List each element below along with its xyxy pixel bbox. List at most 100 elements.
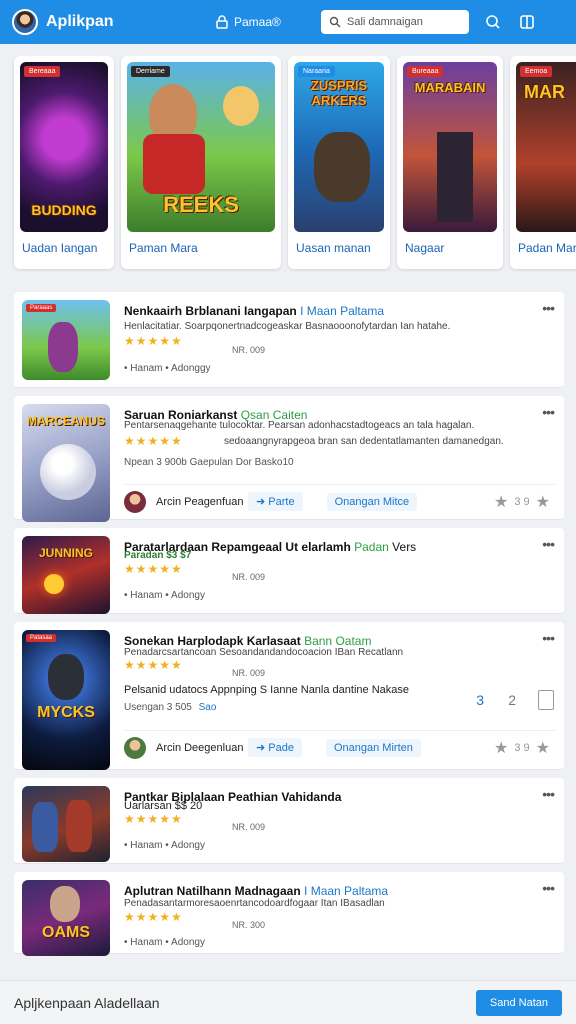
avatar[interactable] (12, 9, 38, 35)
item-title-accent[interactable]: Bann Oatam (304, 634, 371, 648)
card-title: Nagaar (405, 241, 445, 255)
more-options-icon[interactable]: ••• (542, 630, 555, 646)
card-tag: Derriame (131, 66, 170, 77)
tower-figure (437, 132, 473, 222)
item-title: Nenkaairh Brblanani Iangapan I Maan Palt… (124, 304, 384, 318)
item-meta: • Hanam • Adongy (124, 937, 205, 948)
app-title: Aplikpan (46, 13, 114, 30)
item-description: Penadasantarmoresaoenrtancodoardfogaar I… (124, 898, 385, 909)
item-title-text: Sonekan Harplodapk Karlasaat (124, 634, 301, 648)
app-thumbnail (22, 786, 110, 862)
lock-link[interactable]: Pamaa® (216, 15, 321, 29)
more-options-icon[interactable]: ••• (542, 880, 555, 896)
item-meta: • Hanam • Adongy (124, 590, 205, 601)
card-art-text: REEKS (163, 192, 239, 217)
star-icon[interactable]: ★ (494, 492, 508, 512)
rating-stars: ★★★★★ (124, 910, 183, 924)
rating-count: NR. 009 (232, 668, 266, 678)
item-title: Aplutran Natilhann Madnagaan I Maan Palt… (124, 884, 388, 898)
explosion-figure (44, 574, 64, 594)
bookmark-icon[interactable] (538, 690, 554, 710)
author-name[interactable]: Arcin Peagenfuan (156, 496, 248, 508)
star-icon[interactable]: ★ (536, 492, 550, 512)
rating-count: NR. 009 (232, 822, 266, 832)
character-figure (48, 654, 84, 700)
item-meta: • Hanam • Adonggy (124, 363, 211, 374)
author-avatar[interactable] (124, 736, 146, 759)
item-title-accent[interactable]: I Maan Paltama (304, 884, 388, 898)
card-tag: Bureaaa (407, 66, 444, 77)
card-art-text: MAR (524, 82, 565, 102)
share-link[interactable]: ➜ Parte (248, 492, 303, 511)
app-thumbnail: OAMS (22, 880, 110, 956)
character-figure (32, 802, 58, 852)
share-link-label: Parte (268, 496, 295, 508)
star-icon[interactable]: ★ (494, 738, 508, 758)
card-art-text: ZUSPRIS ARKERS (310, 78, 368, 108)
card-art: Eemoa MAR (516, 62, 576, 232)
featured-card[interactable]: Derriame REEKS Paman Mara (121, 56, 281, 269)
rating-stars: ★★★★★ (124, 562, 183, 576)
featured-card[interactable]: Eemoa MAR Padan Mar (510, 56, 576, 269)
card-art: Bereaaa BUDDING (20, 62, 108, 232)
featured-card[interactable]: Naraaria ZUSPRIS ARKERS Uasan manan (288, 56, 390, 269)
list-item[interactable]: Paraaas Nenkaairh Brblanani Iangapan I M… (14, 292, 564, 388)
secondary-link[interactable]: Onangan Mitce (326, 492, 418, 511)
top-app-bar: Aplikpan Pamaa® Sali damnaigan (0, 0, 576, 44)
more-options-icon[interactable]: ••• (542, 404, 555, 420)
author-avatar[interactable] (124, 490, 146, 513)
item-title-text: Nenkaairh Brblanani Iangapan (124, 304, 297, 318)
more-options-icon[interactable]: ••• (542, 300, 555, 316)
list-item[interactable]: Pantkar Biplalaan Peathian Vahidanda Uar… (14, 778, 564, 864)
rating-actions: ★ 3 9 ★ (488, 492, 556, 512)
item-description: Pentarsenaqgehante tulocoktar. Pearsan a… (124, 420, 475, 431)
thumb-art-text: MARCEANUS (27, 414, 105, 428)
thumb-art-text: JUNNING (38, 546, 93, 560)
character-body (143, 134, 205, 194)
item-title: Sonekan Harplodapk Karlasaat Bann Oatam (124, 634, 371, 648)
rating-stars: ★★★★★ (124, 812, 183, 826)
rating-stars: ★★★★★ (124, 658, 183, 672)
more-options-icon[interactable]: ••• (542, 786, 555, 802)
list-item[interactable]: JUNNING Paratarlardaan Repamgeaal Ut ela… (14, 528, 564, 614)
bottom-action-button[interactable]: Sand Natan (475, 989, 562, 1016)
rating-count: NR. 300 (232, 920, 266, 930)
list-item[interactable]: OAMS Aplutran Natilhann Madnagaan I Maan… (14, 872, 564, 956)
search-icon (329, 16, 341, 28)
app-thumbnail: JUNNING (22, 536, 110, 614)
page-number-2[interactable]: 2 (508, 692, 516, 708)
lock-icon (216, 15, 228, 29)
card-art: Bureaaa MARABAIN (403, 62, 497, 232)
list-item[interactable]: Patasaa MYCKS Sonekan Harplodapk Karlasa… (14, 622, 564, 770)
secondary-link[interactable]: Onangan Mirten (325, 738, 421, 757)
item-extra-link[interactable]: Sao (199, 702, 217, 713)
app-thumbnail: Patasaa MYCKS (22, 630, 110, 770)
more-options-icon[interactable]: ••• (542, 536, 555, 552)
page-number-1[interactable]: 3 (476, 692, 484, 708)
book-button[interactable] (517, 12, 537, 32)
star-icon[interactable]: ★ (536, 738, 550, 758)
rating-action-count: 3 9 (514, 741, 530, 754)
search-input[interactable]: Sali damnaigan (321, 10, 469, 34)
card-art-text: MARABAIN (414, 80, 486, 95)
character-figure (66, 800, 92, 852)
book-icon (520, 15, 534, 29)
thumb-art-text: MYCKS (37, 704, 95, 721)
bottom-bar-title: Apljkenpaan Aladellaan (14, 994, 160, 1011)
rating-count: NR. 009 (232, 572, 266, 582)
item-price: Paradan $3 $7 (124, 550, 192, 561)
featured-card[interactable]: Bereaaa BUDDING Uadan Iangan (14, 56, 114, 269)
item-title-accent[interactable]: I Maan Paltama (300, 304, 384, 318)
featured-card[interactable]: Bureaaa MARABAIN Nagaar (397, 56, 503, 269)
refresh-icon (486, 15, 500, 29)
card-tag: Eemoa (520, 66, 553, 77)
featured-carousel: Bereaaa BUDDING Uadan Iangan Derriame RE… (0, 56, 576, 272)
refresh-button[interactable] (483, 12, 503, 32)
author-name[interactable]: Arcin Deegenluan (156, 742, 248, 754)
rating-stars: ★★★★★ (124, 434, 183, 448)
share-link-label: Pade (268, 742, 294, 754)
share-link[interactable]: ➜ Pade (248, 738, 302, 757)
character-figure (50, 886, 80, 922)
list-item[interactable]: MARCEANUS Saruan Roniarkanst Qsan Caiten… (14, 396, 564, 522)
orb-figure (40, 444, 96, 500)
